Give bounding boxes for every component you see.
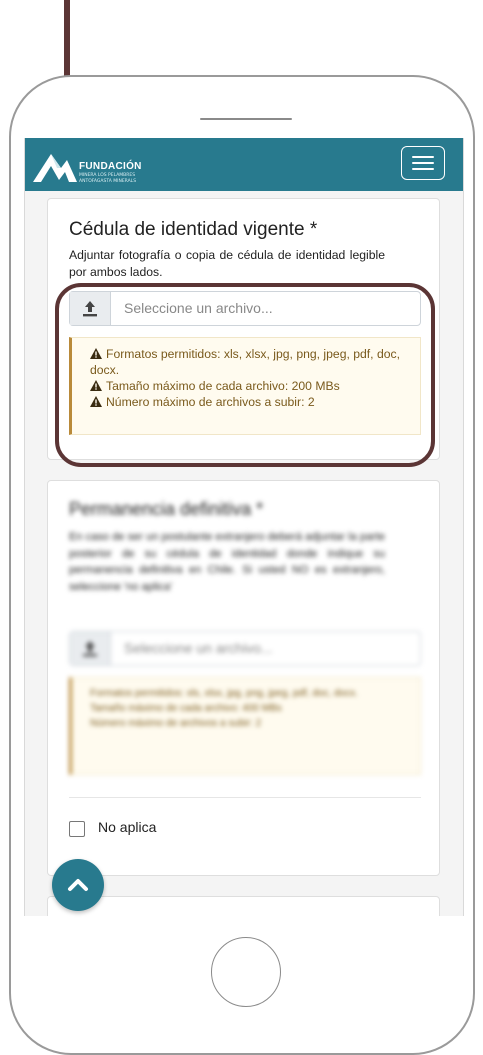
- file-rules-alert: Formatos permitidos: xls, xlsx, jpg, png…: [69, 677, 421, 775]
- alert-formats: Formatos permitidos: xls, xlsx, jpg, png…: [90, 688, 358, 699]
- alert-max-files: Número máximo de archivos a subir: 2: [90, 718, 262, 729]
- card-title: Permanencia definitiva *: [69, 499, 264, 519]
- upload-icon: [83, 641, 97, 657]
- annotation-highlight-box: [55, 283, 435, 467]
- next-card: [47, 896, 440, 916]
- no-aplica-checkbox[interactable]: [69, 821, 85, 837]
- brand-logo[interactable]: FUNDACIÓN MINERA LOS PELAMBRES ANTOFAGAST…: [31, 146, 171, 186]
- chevron-up-icon: [68, 879, 88, 891]
- menu-button[interactable]: [401, 146, 445, 180]
- file-input[interactable]: Seleccione un archivo...: [69, 631, 421, 666]
- brand-name: FUNDACIÓN: [79, 161, 142, 172]
- navbar: FUNDACIÓN MINERA LOS PELAMBRES ANTOFAGAST…: [25, 138, 463, 191]
- upload-button[interactable]: [70, 632, 111, 665]
- divider: [69, 797, 421, 798]
- phone-speaker: [200, 118, 292, 120]
- scroll-top-button[interactable]: [52, 859, 104, 911]
- no-aplica-label[interactable]: No aplica: [98, 819, 156, 835]
- alert-max-size: Tamaño máximo de cada archivo: 400 MBs: [90, 703, 282, 714]
- mountain-icon: [33, 154, 77, 182]
- phone-screen: FUNDACIÓN MINERA LOS PELAMBRES ANTOFAGAST…: [24, 138, 464, 916]
- hamburger-icon: [412, 156, 434, 158]
- brand-tagline: MINERA LOS PELAMBRES ANTOFAGASTA MINERALS: [79, 173, 137, 184]
- card-permanencia: Permanencia definitiva * En caso de ser …: [47, 480, 440, 876]
- card-title: Cédula de identidad vigente *: [69, 219, 318, 240]
- card-description: Adjuntar fotografía o copia de cédula de…: [69, 248, 385, 279]
- card-description: En caso de ser un postulante extranjero …: [69, 531, 385, 593]
- file-placeholder: Seleccione un archivo...: [124, 640, 273, 656]
- home-button[interactable]: [211, 937, 281, 1007]
